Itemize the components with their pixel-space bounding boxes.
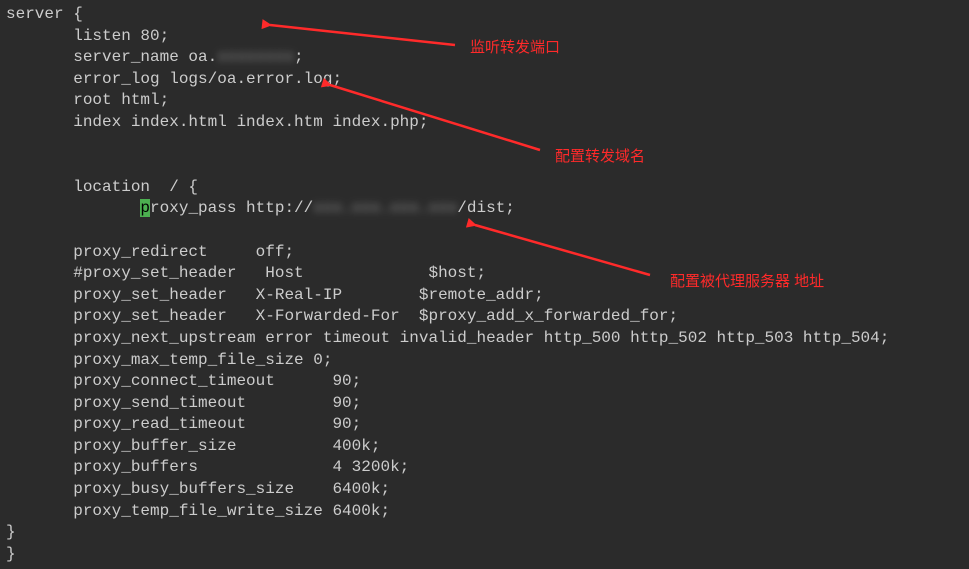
code-line: proxy_set_header X-Real-IP $remote_addr; <box>6 286 544 304</box>
code-line: proxy_set_header X-Forwarded-For $proxy_… <box>6 307 678 325</box>
code-line: } <box>6 545 16 563</box>
code-line: proxy_next_upstream error timeout invali… <box>6 329 889 347</box>
code-line: listen 80; <box>6 27 169 45</box>
annotation-server-name: 配置转发域名 <box>555 145 645 166</box>
code-line: proxy_temp_file_write_size 6400k; <box>6 502 390 520</box>
code-line: proxy_send_timeout 90; <box>6 394 361 412</box>
code-line: proxy_busy_buffers_size 6400k; <box>6 480 390 498</box>
code-line: proxy_pass http://xxx.xxx.xxx.xxx/dist; <box>6 199 515 217</box>
code-line: proxy_connect_timeout 90; <box>6 372 361 390</box>
redacted-ip: xxx.xxx.xxx.xxx <box>313 199 457 217</box>
code-line: root html; <box>6 91 169 109</box>
redacted-domain: xxxxxxxx <box>217 48 294 66</box>
code-line: error_log logs/oa.error.log; <box>6 70 342 88</box>
code-line: server { <box>6 5 83 23</box>
code-line: server_name oa.xxxxxxxx; <box>6 48 304 66</box>
code-line: location / { <box>6 178 198 196</box>
code-line: } <box>6 523 16 541</box>
code-line: proxy_read_timeout 90; <box>6 415 361 433</box>
code-line: proxy_buffers 4 3200k; <box>6 458 409 476</box>
code-line: proxy_buffer_size 400k; <box>6 437 380 455</box>
code-line: proxy_redirect off; <box>6 243 294 261</box>
code-line: proxy_max_temp_file_size 0; <box>6 351 332 369</box>
annotation-proxy-pass: 配置被代理服务器 地址 <box>670 270 824 291</box>
annotation-listen-port: 监听转发端口 <box>470 36 560 57</box>
code-line: #proxy_set_header Host $host; <box>6 264 486 282</box>
text-cursor: p <box>140 199 150 217</box>
code-line: index index.html index.htm index.php; <box>6 113 428 131</box>
